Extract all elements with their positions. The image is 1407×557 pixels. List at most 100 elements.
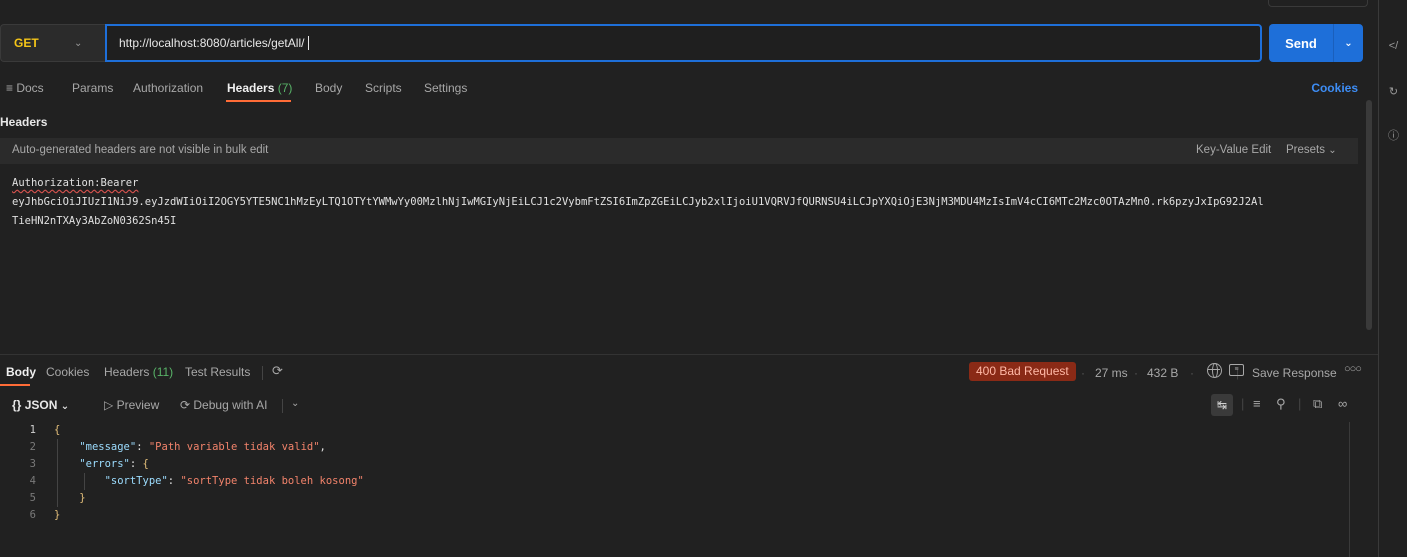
toolbar-separator: | <box>1241 396 1245 411</box>
code-scrollbar[interactable] <box>1349 422 1350 557</box>
json-code: { "message": "Path variable tidak valid"… <box>54 422 364 524</box>
ai-icon: ⟳ <box>180 398 194 412</box>
code-line: } <box>79 492 86 504</box>
bulk-header-editor[interactable]: Authorization:Bearer eyJhbGciOiJIUzI1NiJ… <box>0 168 1358 343</box>
bulk-line: Authorization:Bearer <box>12 174 1358 193</box>
tab-settings[interactable]: Settings <box>424 81 467 95</box>
info-icon[interactable]: ⓘ <box>1379 127 1407 143</box>
debug-label: Debug with AI <box>193 398 268 412</box>
docs-icon: ≡ <box>6 81 17 95</box>
line-number: 4 <box>29 475 36 487</box>
line-number: 1 <box>29 424 36 436</box>
refresh-icon[interactable]: ↻ <box>1379 85 1407 98</box>
top-control-fragment[interactable] <box>1268 0 1368 7</box>
editor-scrollbar[interactable] <box>1366 100 1372 330</box>
chevron-down-icon: ⌄ <box>74 37 83 49</box>
send-button[interactable]: Send ⌄ <box>1269 24 1363 62</box>
tab-docs[interactable]: ≡ Docs <box>6 81 44 95</box>
method-selector[interactable]: GET ⌄ <box>0 24 105 62</box>
chevron-down-icon[interactable]: ⌄ <box>291 398 299 409</box>
url-text: http://localhost:8080/articles/getAll/ <box>119 36 305 50</box>
toolbar-separator: | <box>1298 396 1302 411</box>
tab-response-cookies[interactable]: Cookies <box>46 365 89 379</box>
auth-header-key: Authorization:Bearer <box>12 177 139 189</box>
line-number-gutter: 1 2 3 4 5 6 <box>0 422 42 524</box>
json-braces-icon: {} <box>12 398 25 412</box>
code-line: "sortType": "sortType tidak boleh kosong… <box>104 475 364 487</box>
tab-scripts[interactable]: Scripts <box>365 81 402 95</box>
meta-separator: · <box>1134 366 1138 380</box>
code-line: } <box>54 509 61 521</box>
format-label: JSON <box>24 398 58 412</box>
json-key: "sortType" <box>104 475 168 487</box>
preview-button[interactable]: ▷ Preview <box>104 398 159 412</box>
url-input[interactable]: http://localhost:8080/articles/getAll/ <box>105 24 1262 62</box>
copy-icon[interactable]: ⧉ <box>1313 396 1322 412</box>
bulk-edit-note: Auto-generated headers are not visible i… <box>12 144 269 156</box>
tab-response-headers-label: Headers <box>104 365 150 379</box>
search-icon[interactable]: ⚲ <box>1276 396 1286 412</box>
json-key: "errors" <box>79 458 130 470</box>
tab-headers[interactable]: Headers (7) <box>227 81 292 95</box>
tab-headers-label: Headers <box>227 81 275 95</box>
code-line: "message": "Path variable tidak valid", <box>79 441 326 453</box>
headers-title: Headers <box>0 115 48 129</box>
play-icon: ▷ <box>104 398 117 412</box>
chevron-down-icon[interactable]: ⌄ <box>1334 38 1363 49</box>
save-response-button[interactable]: Save Response <box>1252 366 1337 380</box>
code-line: "errors": { <box>79 458 149 470</box>
headers-count: (7) <box>277 81 293 95</box>
active-tab-indicator <box>226 100 291 102</box>
method-label: GET <box>14 36 39 50</box>
tab-response-body[interactable]: Body <box>6 365 36 379</box>
code-line: { <box>54 424 61 436</box>
code-icon[interactable]: </ <box>1379 40 1407 52</box>
filter-icon[interactable]: ≡ <box>1253 396 1261 411</box>
save-icon: ≡ <box>1229 364 1244 376</box>
line-number: 5 <box>29 492 36 504</box>
globe-icon[interactable] <box>1207 363 1222 378</box>
line-number: 3 <box>29 458 36 470</box>
link-icon[interactable]: ∞ <box>1338 396 1347 411</box>
format-selector[interactable]: {} JSON ⌄ <box>12 398 69 412</box>
presets-dropdown[interactable]: Presets ⌄ <box>1286 144 1337 156</box>
meta-separator: · <box>1081 366 1085 380</box>
request-tabs: ≡ Docs Params Authorization Headers (7) … <box>0 74 1370 104</box>
response-toolbar: {} JSON ⌄ ▷ Preview ⟳ Debug with AI ⌄ <box>0 394 1378 418</box>
bulk-line: TieHN2nTXAy3AbZoN0362Sn45I <box>12 215 177 227</box>
meta-separator: · <box>1190 366 1194 380</box>
send-label: Send <box>1285 35 1317 51</box>
json-string: "sortType tidak boleh kosong" <box>180 475 364 487</box>
chevron-down-icon: ⌄ <box>60 401 70 412</box>
more-options-icon[interactable]: ○○○ <box>1344 363 1362 375</box>
tab-separator <box>262 366 263 380</box>
history-icon[interactable]: ⟳ <box>272 363 283 379</box>
tab-body[interactable]: Body <box>315 81 342 95</box>
debug-with-ai-button[interactable]: ⟳ Debug with AI <box>180 398 267 412</box>
top-strip <box>0 0 1378 10</box>
bulk-line: eyJhbGciOiJIUzI1NiJ9.eyJzdWIiOiI2OGY5YTE… <box>12 196 1264 208</box>
tab-docs-label: Docs <box>16 81 44 95</box>
response-headers-count: (11) <box>152 365 174 379</box>
chevron-down-icon: ⌄ <box>1328 145 1337 156</box>
active-tab-indicator <box>0 384 30 386</box>
text-caret <box>308 36 310 50</box>
tab-authorization[interactable]: Authorization <box>133 81 203 95</box>
tab-response-headers[interactable]: Headers (11) <box>104 365 173 379</box>
key-value-edit-button[interactable]: Key-Value Edit <box>1196 144 1271 156</box>
json-string: "Path variable tidak valid" <box>148 441 320 453</box>
cookies-link[interactable]: Cookies <box>1311 81 1358 95</box>
pane-divider[interactable] <box>0 354 1378 355</box>
wrap-lines-icon[interactable]: ↹ <box>1211 394 1233 416</box>
url-bar: GET ⌄ http://localhost:8080/articles/get… <box>0 24 1262 62</box>
status-badge[interactable]: 400 Bad Request <box>969 362 1076 381</box>
preview-label: Preview <box>116 398 160 412</box>
line-number: 2 <box>29 441 36 453</box>
response-size[interactable]: 432 B <box>1147 366 1178 380</box>
response-body-viewer[interactable]: 1 2 3 4 5 6 { "message": "Path variable … <box>0 422 1350 557</box>
response-time[interactable]: 27 ms <box>1095 366 1128 380</box>
presets-label: Presets <box>1286 144 1325 156</box>
tab-params[interactable]: Params <box>72 81 113 95</box>
toolbar-separator <box>282 399 283 413</box>
tab-test-results[interactable]: Test Results <box>185 365 250 379</box>
